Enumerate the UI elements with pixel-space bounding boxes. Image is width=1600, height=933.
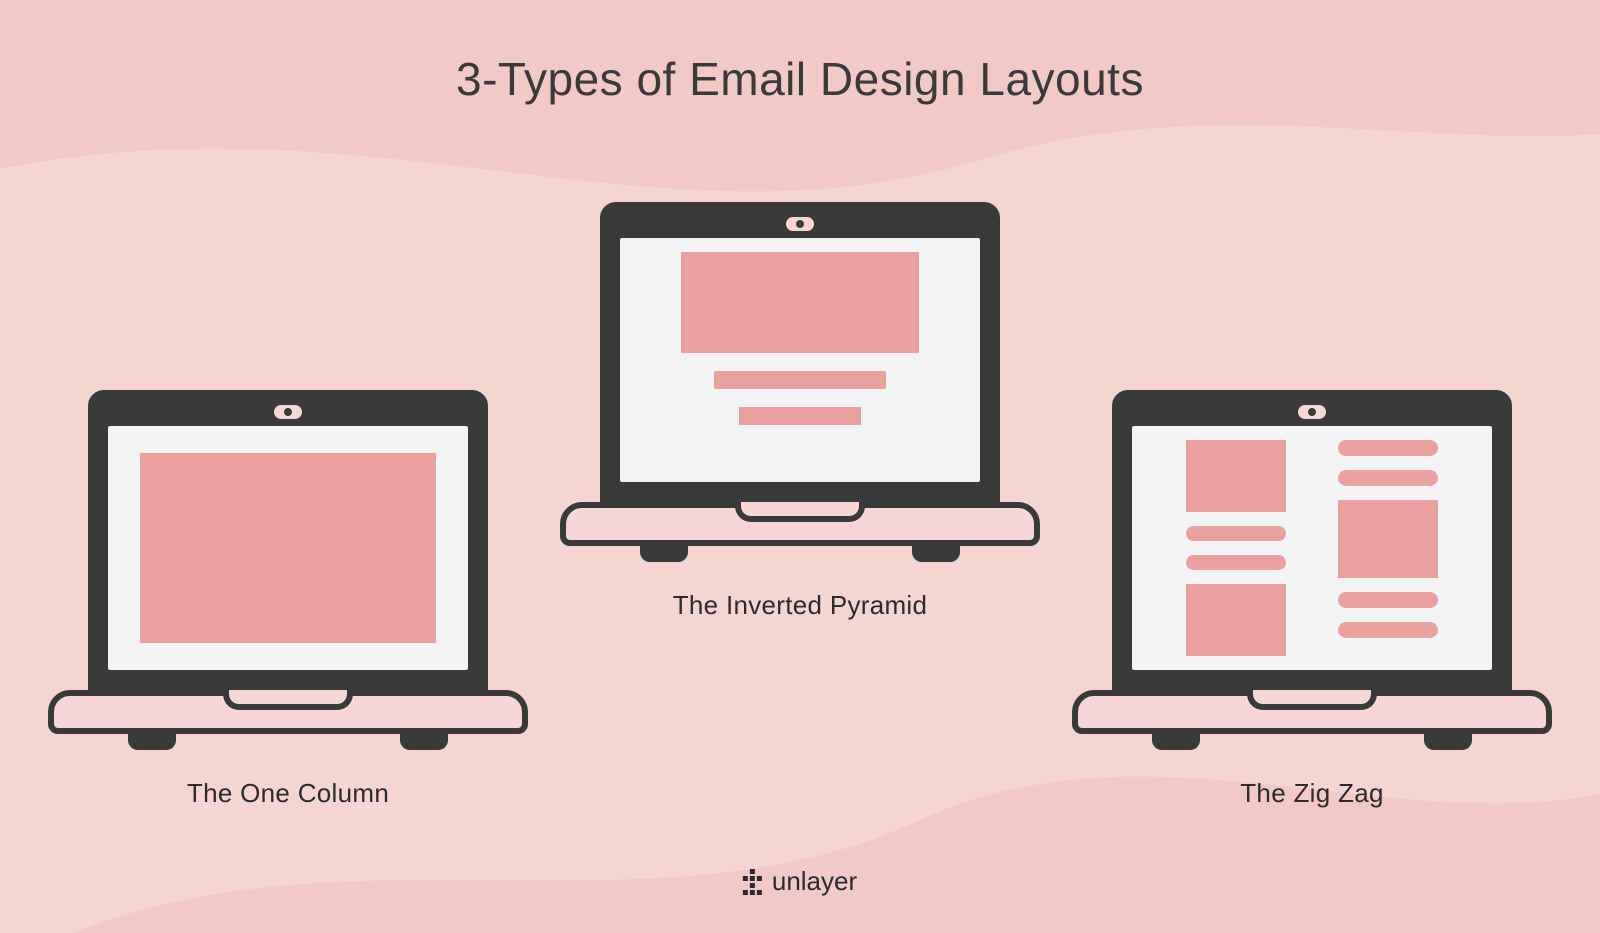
layout-inverted-pyramid: The Inverted Pyramid	[560, 202, 1040, 621]
laptop-illustration	[48, 390, 528, 770]
camera-icon	[274, 405, 302, 419]
unlayer-logo-icon	[743, 869, 762, 895]
laptop-illustration	[1072, 390, 1552, 770]
brand-footer: unlayer	[743, 866, 857, 897]
laptop-illustration	[560, 202, 1040, 582]
zigzag-content	[1132, 426, 1492, 670]
caption-one-column: The One Column	[187, 778, 389, 809]
one-column-block	[140, 453, 435, 643]
diagram-title: 3-Types of Email Design Layouts	[456, 52, 1144, 106]
brand-name: unlayer	[772, 866, 857, 897]
camera-icon	[1298, 405, 1326, 419]
camera-icon	[786, 217, 814, 231]
caption-zig-zag: The Zig Zag	[1240, 778, 1383, 809]
caption-inverted-pyramid: The Inverted Pyramid	[673, 590, 928, 621]
layout-one-column: The One Column	[48, 390, 528, 809]
layout-zig-zag: The Zig Zag	[1072, 390, 1552, 809]
pyramid-content	[620, 238, 980, 482]
